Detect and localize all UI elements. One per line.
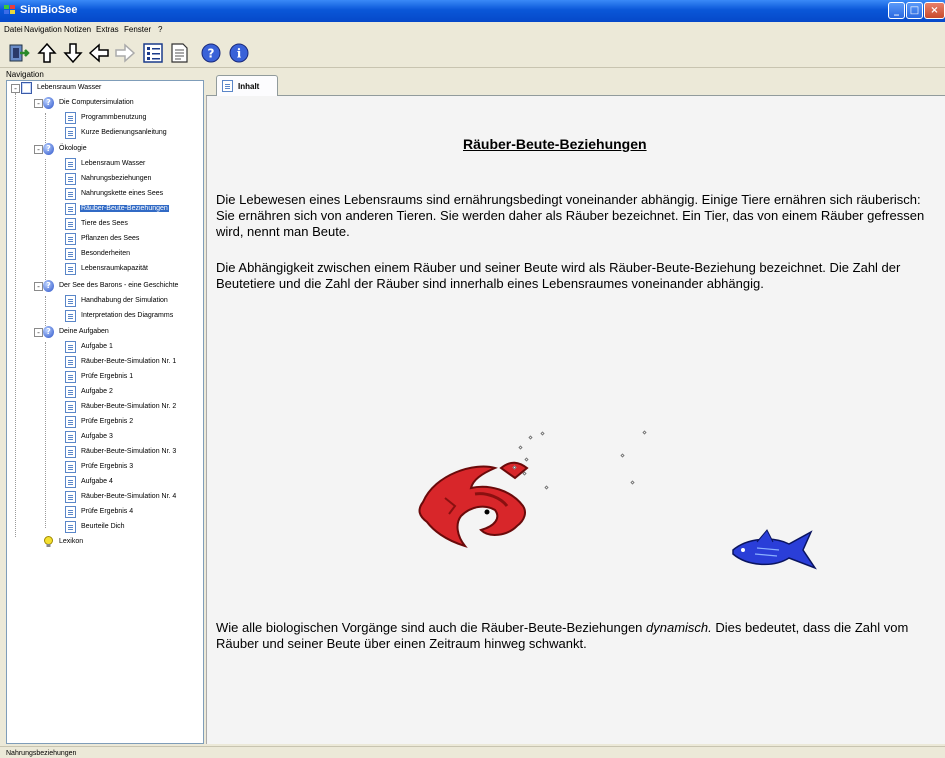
page-icon — [65, 416, 76, 428]
page-icon — [65, 218, 76, 230]
collapse-icon[interactable]: - — [34, 328, 43, 337]
paragraph-dynamic: Wie alle biologischen Vorgänge sind auch… — [216, 620, 909, 651]
arrow-up-icon[interactable] — [36, 42, 58, 64]
paragraph-intro: Die Lebewesen eines Lebensraums sind ern… — [216, 192, 925, 239]
page-icon — [65, 356, 76, 368]
navigation-tree: - Lebensraum Wasser - ? Die Computersimu… — [6, 80, 204, 744]
arrow-left-icon[interactable] — [88, 42, 110, 64]
app-icon — [4, 5, 16, 15]
svg-text:?: ? — [208, 47, 215, 61]
page-icon — [65, 233, 76, 245]
menu-extras[interactable]: Extras — [96, 25, 119, 34]
page-icon — [65, 310, 76, 322]
status-text: Nahrungsbeziehungen — [6, 750, 77, 757]
window-title: SimBioSee — [20, 4, 78, 16]
help-icon[interactable]: ? — [200, 42, 222, 64]
page-icon — [65, 248, 76, 260]
title-bar: SimBioSee _ □ × — [0, 0, 945, 22]
page-icon — [65, 401, 76, 413]
page-icon — [65, 521, 76, 533]
page-view-icon[interactable] — [168, 42, 190, 64]
lightbulb-icon — [43, 536, 54, 548]
page-icon — [65, 295, 76, 307]
content-panel: Räuber-Beute-Beziehungen Die Lebewesen e… — [206, 96, 945, 744]
page-icon — [65, 158, 76, 170]
toolbar: ? i — [0, 38, 945, 68]
paragraph-relation: Die Abhängigkeit zwischen einem Räuber u… — [216, 260, 901, 291]
menu-navigation[interactable]: Navigation — [24, 25, 62, 34]
question-icon: ? — [43, 97, 54, 109]
status-bar: Nahrungsbeziehungen — [0, 746, 945, 758]
page-icon — [65, 476, 76, 488]
predator-fish-image — [418, 461, 529, 548]
menu-help[interactable]: ? — [158, 25, 162, 34]
question-icon: ? — [43, 143, 54, 155]
question-icon: ? — [43, 280, 54, 292]
menu-datei[interactable]: Datei — [4, 25, 23, 34]
collapse-icon[interactable]: - — [34, 99, 43, 108]
page-icon — [222, 80, 233, 92]
svg-text:i: i — [237, 47, 242, 61]
page-title: Räuber-Beute-Beziehungen — [463, 136, 647, 152]
question-icon: ? — [43, 326, 54, 338]
arrow-down-icon[interactable] — [62, 42, 84, 64]
maximize-button[interactable]: □ — [906, 2, 923, 19]
exit-icon[interactable] — [8, 42, 30, 64]
tab-strip: Inhalt — [206, 73, 945, 96]
tab-inhalt[interactable]: Inhalt — [216, 75, 278, 96]
prey-fish-image — [732, 529, 817, 570]
page-icon — [65, 263, 76, 275]
menu-notizen[interactable]: Notizen — [64, 25, 91, 34]
page-icon — [65, 203, 76, 215]
book-icon — [21, 82, 32, 94]
tree-view-icon[interactable] — [142, 42, 164, 64]
arrow-right-icon[interactable] — [114, 42, 136, 64]
page-icon — [65, 127, 76, 139]
page-icon — [65, 173, 76, 185]
page-icon — [65, 491, 76, 503]
minimize-button[interactable]: _ — [888, 2, 905, 19]
page-icon — [65, 341, 76, 353]
info-icon[interactable]: i — [228, 42, 250, 64]
page-icon — [65, 386, 76, 398]
collapse-icon[interactable]: - — [11, 84, 20, 93]
page-icon — [65, 371, 76, 383]
menu-bar: Datei Navigation Notizen Extras Fenster … — [0, 22, 945, 38]
close-button[interactable]: × — [924, 2, 945, 19]
page-icon — [65, 506, 76, 518]
navigation-label: Navigation — [6, 70, 44, 79]
page-icon — [65, 461, 76, 473]
page-icon — [65, 431, 76, 443]
page-icon — [65, 446, 76, 458]
page-icon — [65, 112, 76, 124]
collapse-icon[interactable]: - — [34, 282, 43, 291]
menu-fenster[interactable]: Fenster — [124, 25, 151, 34]
page-icon — [65, 188, 76, 200]
collapse-icon[interactable]: - — [34, 145, 43, 154]
